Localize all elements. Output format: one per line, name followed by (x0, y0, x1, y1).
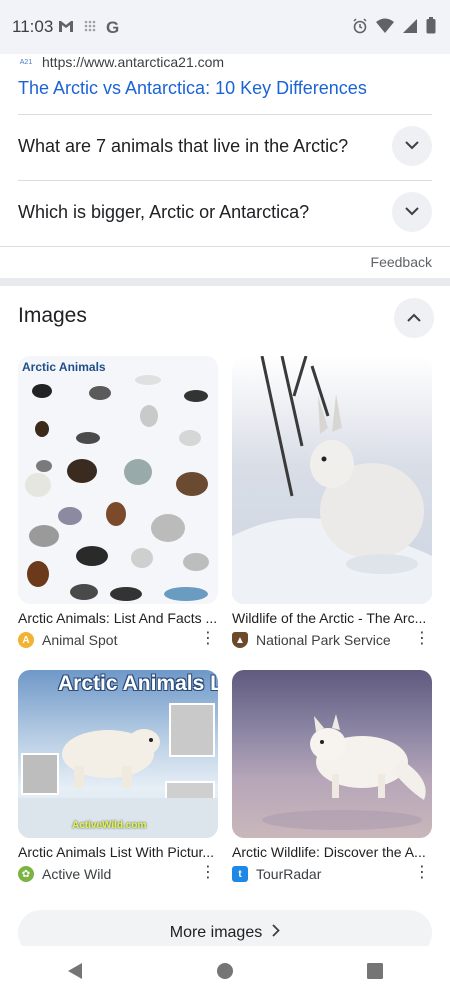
battery-icon (426, 17, 436, 39)
polar-bear-image (18, 703, 218, 838)
tourradar-icon: t (232, 866, 248, 882)
more-options-icon[interactable]: ⋮ (414, 631, 430, 647)
section-separator (0, 278, 450, 286)
national-park-service-icon: ▲ (232, 632, 248, 648)
image-result[interactable]: Arctic Animals L ActiveWild.com Arctic A… (18, 670, 218, 882)
image-source[interactable]: ✿ Active Wild ⋮ (18, 865, 218, 882)
animal-spot-icon: A (18, 632, 34, 648)
image-caption[interactable]: Wildlife of the Arctic - The Arc... (232, 610, 432, 626)
image-source[interactable]: t TourRadar ⋮ (232, 865, 432, 882)
more-images-label: More images (169, 924, 263, 941)
more-images-button[interactable]: More images (18, 910, 432, 946)
image-thumbnail[interactable] (232, 356, 432, 604)
wifi-icon (376, 18, 394, 39)
more-options-icon[interactable]: ⋮ (414, 865, 430, 881)
recents-icon[interactable] (366, 962, 384, 985)
expand-button[interactable] (392, 126, 432, 166)
thumbnail-watermark: ActiveWild.com (72, 820, 147, 831)
divider (0, 246, 450, 247)
result-url: https://www.antarctica21.com (42, 54, 225, 70)
chevron-down-icon (405, 137, 419, 155)
image-thumbnail[interactable] (232, 670, 432, 838)
chevron-down-icon (405, 203, 419, 221)
source-name: Active Wild (42, 866, 112, 882)
image-result[interactable]: Arctic Wildlife: Discover the A... t Tou… (232, 670, 432, 882)
source-name: Animal Spot (42, 632, 118, 648)
image-thumbnail[interactable]: Arctic Animals (18, 356, 218, 604)
more-options-icon[interactable]: ⋮ (200, 865, 216, 881)
alarm-icon (352, 17, 368, 39)
result-title-link[interactable]: The Arctic vs Antarctica: 10 Key Differe… (18, 78, 367, 99)
search-results[interactable]: A21 https://www.antarctica21.com The Arc… (0, 54, 450, 946)
images-heading: Images (18, 304, 87, 327)
result-source[interactable]: A21 https://www.antarctica21.com (18, 54, 224, 70)
image-source[interactable]: A Animal Spot ⋮ (18, 631, 218, 648)
feedback-link[interactable]: Feedback (371, 254, 432, 270)
image-result[interactable]: Arctic Animals Arctic Animals: List And … (18, 356, 218, 648)
image-result[interactable]: Wildlife of the Arctic - The Arc... ▲ Na… (232, 356, 432, 648)
image-source[interactable]: ▲ National Park Service ⋮ (232, 631, 432, 648)
back-icon[interactable] (66, 962, 84, 985)
site-favicon-icon: A21 (19, 58, 33, 66)
arctic-fox-image (262, 714, 426, 830)
faq-question: Which is bigger, Arctic or Antarctica? (18, 201, 310, 222)
expand-button[interactable] (392, 192, 432, 232)
more-options-icon[interactable]: ⋮ (200, 631, 216, 647)
image-caption[interactable]: Arctic Animals: List And Facts ... (18, 610, 218, 626)
active-wild-icon: ✿ (18, 866, 34, 882)
status-icons-right (352, 17, 436, 39)
source-name: National Park Service (256, 632, 391, 648)
home-icon[interactable] (216, 962, 234, 985)
snowshoe-hare-image (232, 356, 432, 604)
system-nav-bar (0, 946, 450, 1000)
chevron-right-icon (272, 924, 281, 942)
faq-item[interactable]: Which is bigger, Arctic or Antarctica? (18, 180, 432, 244)
image-thumbnail[interactable]: Arctic Animals L ActiveWild.com (18, 670, 218, 838)
animal-chart-image (25, 375, 209, 601)
grid-dots-icon (84, 19, 96, 37)
faq-question: What are 7 animals that live in the Arct… (18, 135, 349, 156)
status-time: 11:03 (12, 17, 54, 36)
status-bar: 11:03 G (0, 0, 450, 54)
collapse-images-button[interactable] (394, 298, 434, 338)
gmail-icon (58, 19, 74, 38)
signal-icon (402, 18, 418, 39)
faq-item[interactable]: What are 7 animals that live in the Arct… (18, 114, 432, 178)
google-g-icon: G (106, 18, 120, 37)
image-caption[interactable]: Arctic Animals List With Pictur... (18, 844, 218, 860)
chevron-up-icon (407, 309, 421, 327)
source-name: TourRadar (256, 866, 322, 882)
image-caption[interactable]: Arctic Wildlife: Discover the A... (232, 844, 432, 860)
status-icons-left: G (58, 18, 119, 38)
